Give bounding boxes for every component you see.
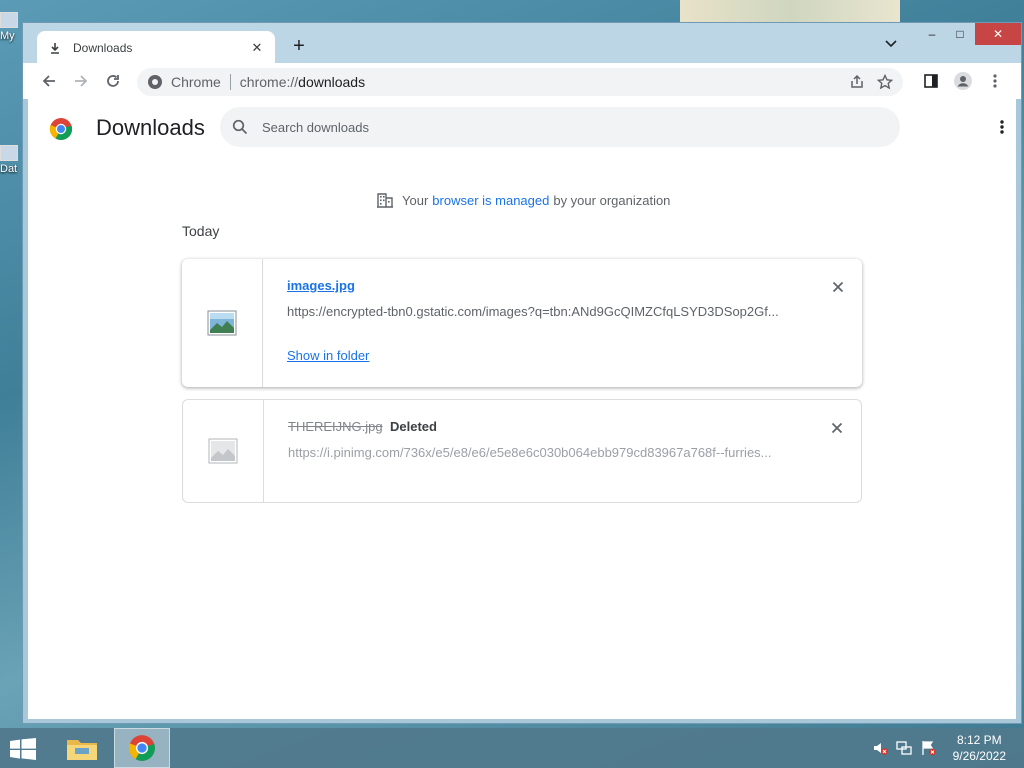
browser-toolbar: Chrome chrome://downloads — [23, 63, 1021, 99]
kebab-menu-icon — [1000, 120, 1004, 134]
share-icon — [851, 74, 863, 88]
windows-logo-icon — [10, 738, 36, 760]
clock-date: 9/26/2022 — [952, 749, 1006, 763]
start-button[interactable] — [10, 738, 36, 763]
computer-icon — [0, 12, 18, 28]
divider — [229, 74, 231, 90]
avatar-icon — [954, 72, 972, 90]
forward-arrow-icon — [75, 75, 88, 87]
file-thumbnail — [182, 259, 263, 387]
taskbar-chrome[interactable] — [114, 728, 170, 768]
tab-title: Downloads — [73, 40, 133, 55]
download-icon — [47, 40, 63, 56]
download-source-url[interactable]: https://i.pinimg.com/736x/e5/e8/e6/e5e8e… — [288, 445, 788, 460]
download-filename: THEREIJNG.jpg — [288, 419, 383, 434]
reload-button[interactable] — [99, 67, 127, 95]
close-window-button[interactable]: ✕ — [975, 23, 1021, 45]
bookmark-button[interactable] — [871, 68, 899, 96]
desktop-icon-label: Dat — [0, 163, 18, 175]
system-tray — [872, 740, 936, 756]
managed-link[interactable]: browser is managed — [432, 193, 549, 208]
volume-muted-icon[interactable] — [872, 740, 888, 756]
taskbar-file-explorer[interactable] — [54, 728, 110, 768]
chrome-site-icon — [148, 75, 162, 89]
browser-menu-button[interactable] — [981, 67, 1009, 95]
tab-close-icon[interactable]: ✕ — [249, 40, 265, 56]
chevron-down-icon — [885, 40, 897, 48]
remove-download-button[interactable] — [828, 277, 848, 297]
maximize-button[interactable]: □ — [947, 23, 973, 45]
building-icon — [377, 193, 393, 208]
action-center-flag-icon[interactable] — [920, 740, 936, 756]
star-icon — [877, 74, 893, 90]
page-title: Downloads — [96, 115, 205, 140]
forward-button[interactable] — [67, 67, 95, 95]
downloads-page: Downloads Your browser is managed by you… — [28, 99, 1016, 719]
file-icon — [0, 145, 18, 161]
remove-download-button[interactable] — [827, 418, 847, 438]
minimize-button[interactable]: – — [919, 23, 945, 45]
address-bar-actions — [843, 68, 903, 96]
address-bar[interactable]: Chrome chrome://downloads — [137, 68, 903, 96]
close-icon — [831, 422, 843, 434]
share-button[interactable] — [843, 68, 871, 96]
download-item: images.jpg https://encrypted-tbn0.gstati… — [182, 259, 862, 387]
download-source-url[interactable]: https://encrypted-tbn0.gstatic.com/image… — [287, 304, 787, 319]
back-arrow-icon — [42, 75, 55, 87]
desktop-icon-data[interactable]: Dat — [0, 145, 22, 175]
profile-button[interactable] — [949, 67, 977, 95]
reload-icon — [107, 75, 119, 87]
page-header: Downloads — [28, 99, 1016, 157]
browser-window: Downloads ✕ + – □ ✕ Chrome chrome://down… — [22, 22, 1022, 724]
download-status: Deleted — [390, 419, 437, 434]
desktop-icon-label: My — [0, 30, 15, 42]
desktop-icon-my[interactable]: My — [0, 12, 22, 42]
system-clock[interactable]: 8:12 PM 9/26/2022 — [953, 732, 1006, 764]
downloads-menu-button[interactable] — [990, 115, 1014, 139]
download-filename-link[interactable]: images.jpg — [287, 278, 355, 293]
image-file-icon — [207, 310, 237, 336]
url-text[interactable]: chrome://downloads — [240, 74, 365, 90]
tab-downloads[interactable]: Downloads ✕ — [37, 31, 275, 64]
taskbar: 8:12 PM 9/26/2022 — [0, 728, 1024, 768]
managed-prefix: Your — [402, 192, 429, 208]
site-label: Chrome — [171, 74, 221, 90]
desktop-wallpaper — [680, 0, 900, 22]
managed-notice: Your browser is managed by your organiza… — [376, 191, 670, 209]
close-icon — [832, 281, 844, 293]
managed-suffix: by your organization — [553, 192, 671, 208]
clock-time: 8:12 PM — [956, 733, 1002, 747]
back-button[interactable] — [35, 67, 63, 95]
show-in-folder-link[interactable]: Show in folder — [287, 348, 369, 363]
search-input[interactable] — [262, 119, 862, 135]
chrome-logo-icon — [49, 118, 73, 141]
search-box[interactable] — [220, 107, 900, 147]
chrome-icon — [128, 735, 155, 761]
image-file-icon — [208, 438, 238, 464]
side-panel-button[interactable] — [917, 67, 945, 95]
network-icon[interactable] — [896, 740, 912, 756]
folder-icon — [67, 740, 97, 760]
new-tab-button[interactable]: + — [287, 35, 311, 59]
search-icon — [232, 119, 248, 135]
title-bar: Downloads ✕ + – □ ✕ — [23, 23, 1021, 64]
side-panel-icon — [924, 74, 938, 88]
kebab-menu-icon — [993, 74, 997, 88]
download-item: THEREIJNG.jpg Deleted https://i.pinimg.c… — [182, 399, 862, 503]
tab-search-button[interactable] — [885, 37, 897, 51]
date-header: Today — [182, 223, 220, 239]
file-thumbnail — [183, 400, 264, 502]
